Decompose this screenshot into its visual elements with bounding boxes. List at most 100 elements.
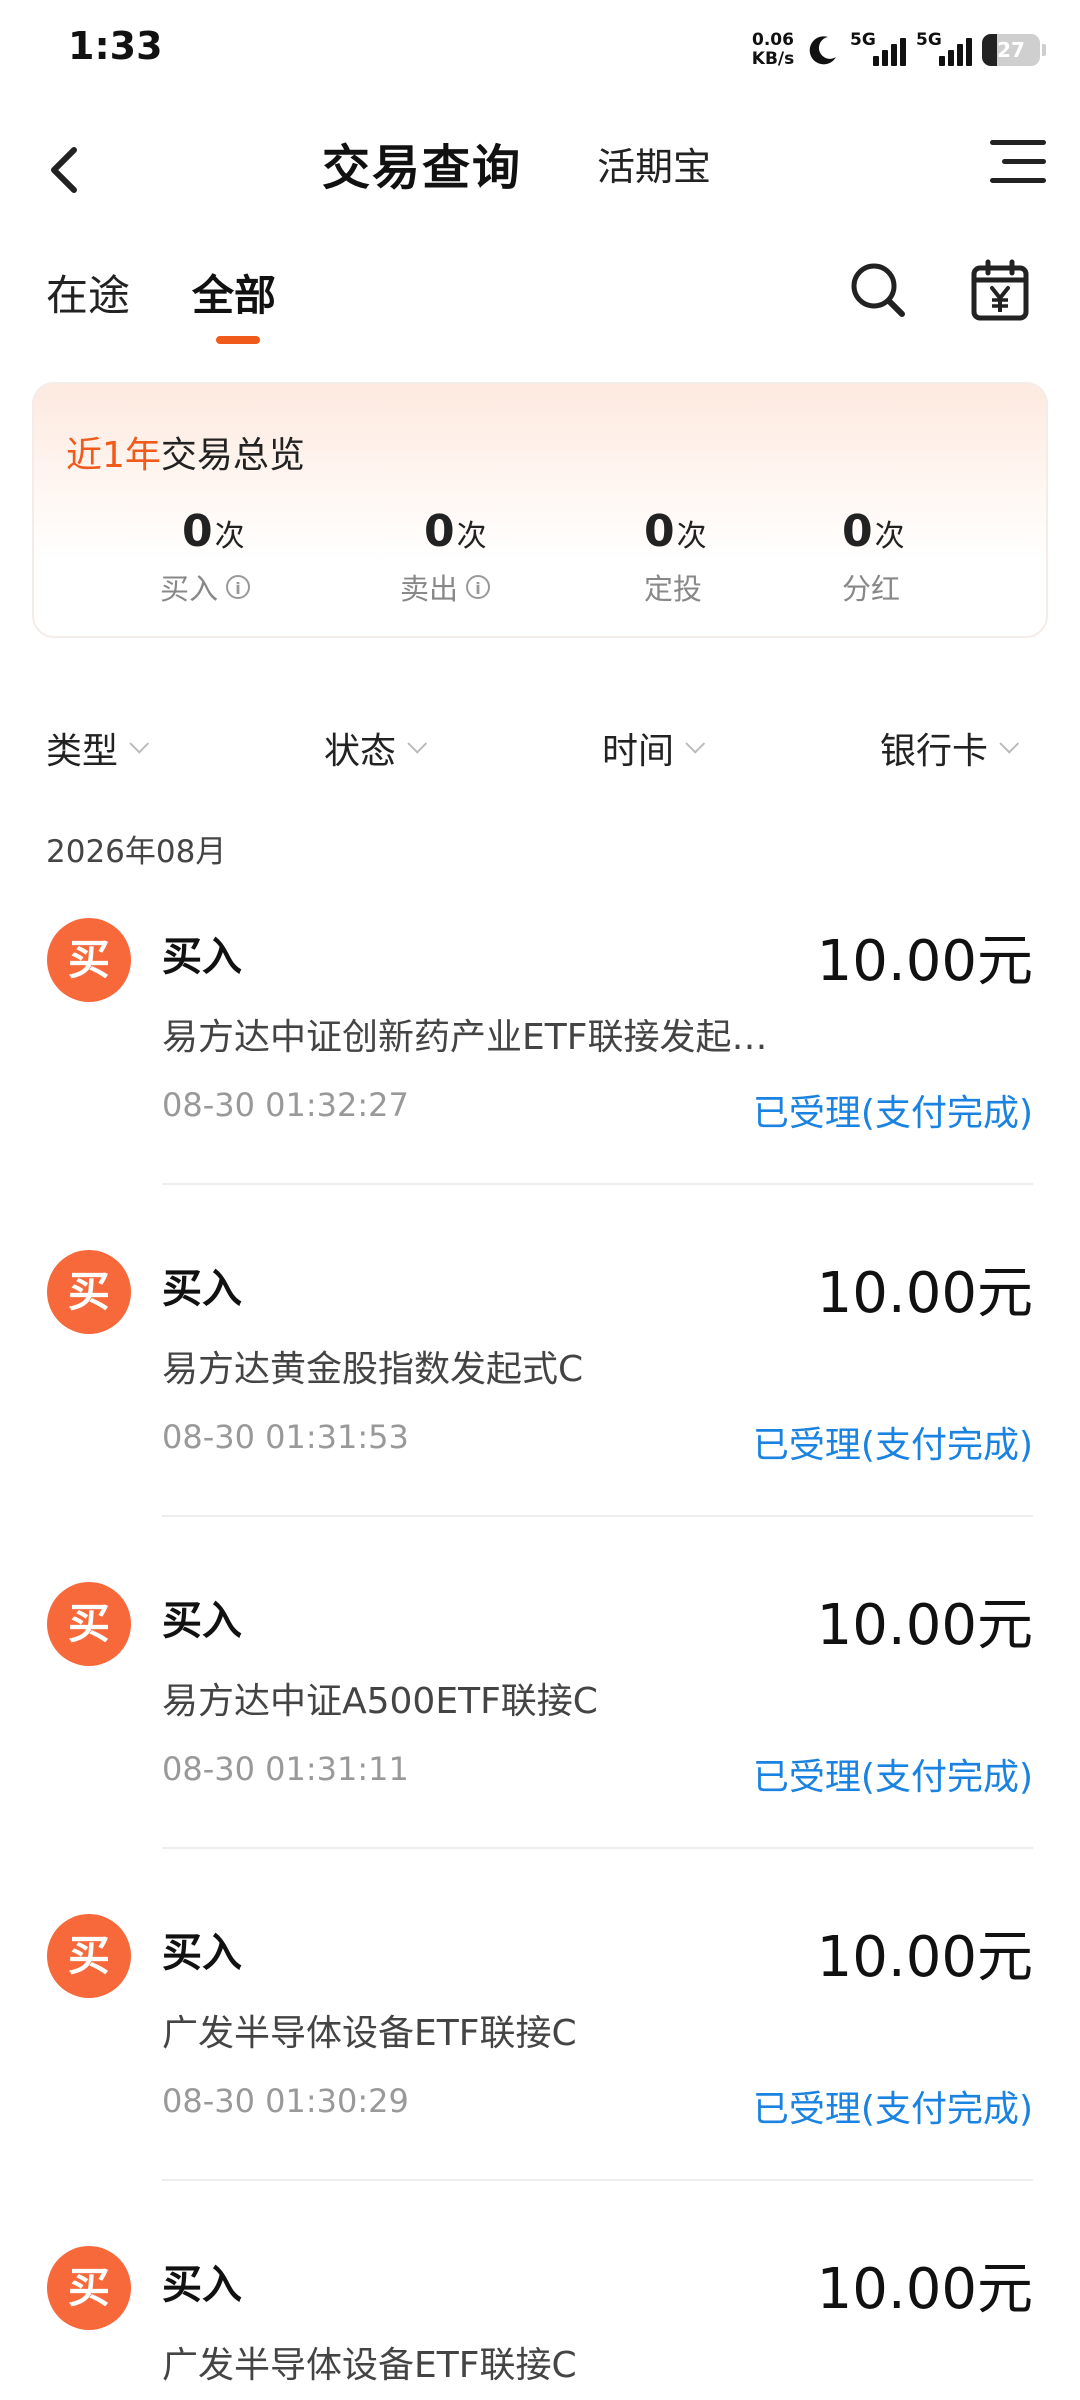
- signal-icon-sim2: 5G: [916, 28, 972, 72]
- battery-icon: 27: [982, 34, 1046, 66]
- buy-badge-icon: 买: [47, 1914, 131, 1998]
- stat-buy-unit: 次: [214, 519, 245, 554]
- transaction-row[interactable]: 买 买入 10.00元 易方达中证创新药产业ETF联接发起… 08-30 01:…: [0, 894, 1080, 1226]
- sim2-label: 5G: [916, 30, 942, 50]
- stat-buy-label[interactable]: 买入 i: [160, 566, 251, 608]
- transaction-amount: 10.00元: [816, 929, 1033, 994]
- transaction-amount: 10.00元: [816, 1593, 1033, 1658]
- network-speed-unit: KB/s: [751, 49, 795, 69]
- menu-icon: [990, 140, 1046, 145]
- transaction-status: 已受理(支付完成): [752, 1757, 1033, 1798]
- network-speed: 0.06 KB/s: [750, 31, 796, 69]
- fund-name: 易方达黄金股指数发起式C: [162, 1349, 584, 1390]
- chevron-down-icon: [129, 733, 150, 754]
- buy-badge-icon: 买: [47, 918, 131, 1002]
- divider: [162, 2179, 1033, 2181]
- transaction-time: 08-30 01:31:53: [162, 1418, 409, 1456]
- buy-badge-icon: 买: [47, 2246, 131, 2330]
- status-time: 1:33: [68, 24, 163, 68]
- summary-title: 近1年交易总览: [66, 426, 305, 478]
- transaction-status: 已受理(支付完成): [752, 1093, 1033, 1134]
- month-header: 2026年08月: [46, 834, 227, 870]
- stat-dividend-unit: 次: [874, 519, 905, 554]
- fund-name: 广发半导体设备ETF联接C: [162, 2013, 577, 2054]
- transaction-time: 08-30 01:31:11: [162, 1750, 409, 1788]
- active-tab-indicator: [216, 336, 260, 344]
- transaction-amount: 10.00元: [816, 2257, 1033, 2322]
- stat-sell-label-text: 卖出: [400, 572, 459, 606]
- stat-sell-count: 0: [424, 506, 455, 557]
- filter-bank-card[interactable]: 银行卡: [880, 722, 1020, 774]
- stat-dividend-label-text: 分红: [842, 572, 901, 606]
- fund-name: 易方达中证A500ETF联接C: [162, 1681, 598, 1722]
- menu-button[interactable]: [990, 138, 1046, 186]
- back-button[interactable]: [40, 140, 90, 200]
- divider: [162, 1847, 1033, 1849]
- info-icon[interactable]: i: [226, 575, 251, 599]
- buy-badge-icon: 买: [47, 1582, 131, 1666]
- filter-status[interactable]: 状态: [324, 722, 428, 774]
- transaction-type: 买入: [162, 1598, 242, 1644]
- calendar-button[interactable]: [968, 258, 1032, 324]
- fund-name: 易方达中证创新药产业ETF联接发起…: [162, 1017, 768, 1058]
- calendar-yen-icon: [971, 259, 1029, 321]
- chevron-left-icon: [51, 147, 77, 193]
- buy-badge-icon: 买: [47, 1250, 131, 1334]
- stat-buy: 0次: [182, 506, 382, 557]
- chevron-down-icon: [407, 733, 428, 754]
- transaction-type: 买入: [162, 1930, 242, 1976]
- transaction-type: 买入: [162, 2262, 242, 2308]
- stat-auto-invest-label: 定投: [644, 566, 702, 608]
- transaction-row[interactable]: 买 买入 10.00元 广发半导体设备ETF联接C: [0, 2222, 1080, 2400]
- stat-dividend-count: 0: [842, 506, 873, 557]
- transaction-type: 买入: [162, 934, 242, 980]
- status-icons: 0.06 KB/s 5G 5G 27: [750, 22, 1046, 78]
- stat-buy-count: 0: [182, 506, 213, 557]
- divider: [162, 1515, 1033, 1517]
- stat-buy-label-text: 买入: [160, 572, 219, 606]
- filter-type[interactable]: 类型: [46, 722, 150, 774]
- search-button[interactable]: [846, 258, 910, 322]
- tab-in-transit[interactable]: 在途: [46, 262, 130, 323]
- chevron-down-icon: [999, 733, 1020, 754]
- stat-sell-label[interactable]: 卖出 i: [400, 566, 491, 608]
- transaction-time: 08-30 01:30:29: [162, 2082, 409, 2120]
- stat-auto-invest-count: 0: [644, 506, 675, 557]
- stat-sell-unit: 次: [456, 519, 487, 554]
- signal-icon-sim1: 5G: [850, 28, 906, 72]
- transaction-time: 08-30 01:32:27: [162, 1086, 409, 1124]
- transaction-type: 买入: [162, 1266, 242, 1312]
- divider: [162, 1183, 1033, 1185]
- chevron-down-icon: [685, 733, 706, 754]
- filter-time[interactable]: 时间: [602, 722, 706, 774]
- stat-sell: 0次: [424, 506, 624, 557]
- transaction-amount: 10.00元: [816, 1925, 1033, 1990]
- stat-dividend-label: 分红: [842, 566, 900, 608]
- filter-type-label: 类型: [46, 731, 119, 772]
- tab-all[interactable]: 全部: [192, 262, 276, 323]
- filter-bank-card-label: 银行卡: [880, 731, 989, 772]
- transaction-row[interactable]: 买 买入 10.00元 易方达黄金股指数发起式C 08-30 01:31:53 …: [0, 1226, 1080, 1558]
- transaction-status: 已受理(支付完成): [752, 1425, 1033, 1466]
- transaction-row[interactable]: 买 买入 10.00元 易方达中证A500ETF联接C 08-30 01:31:…: [0, 1558, 1080, 1890]
- stat-auto-invest-label-text: 定投: [644, 572, 703, 606]
- battery-level: 27: [997, 38, 1025, 62]
- filter-time-label: 时间: [602, 731, 675, 772]
- stat-auto-invest: 0次: [644, 506, 844, 557]
- page-title: 交易查询: [322, 140, 523, 196]
- transaction-row[interactable]: 买 买入 10.00元 广发半导体设备ETF联接C 08-30 01:30:29…: [0, 1890, 1080, 2222]
- stat-auto-invest-unit: 次: [676, 519, 707, 554]
- info-icon[interactable]: i: [466, 575, 491, 599]
- network-speed-value: 0.06: [752, 30, 794, 50]
- summary-title-text: 交易总览: [160, 435, 305, 476]
- transaction-status: 已受理(支付完成): [752, 2089, 1033, 2130]
- filter-status-label: 状态: [324, 731, 397, 772]
- transaction-amount: 10.00元: [816, 1261, 1033, 1326]
- huoqibao-link[interactable]: 活期宝: [597, 136, 711, 191]
- stat-dividend: 0次: [842, 506, 1042, 557]
- fund-name: 广发半导体设备ETF联接C: [162, 2345, 577, 2386]
- summary-title-period: 近1年: [66, 435, 161, 476]
- search-icon: [851, 263, 905, 317]
- moon-icon: [809, 36, 836, 65]
- sim1-label: 5G: [850, 30, 876, 50]
